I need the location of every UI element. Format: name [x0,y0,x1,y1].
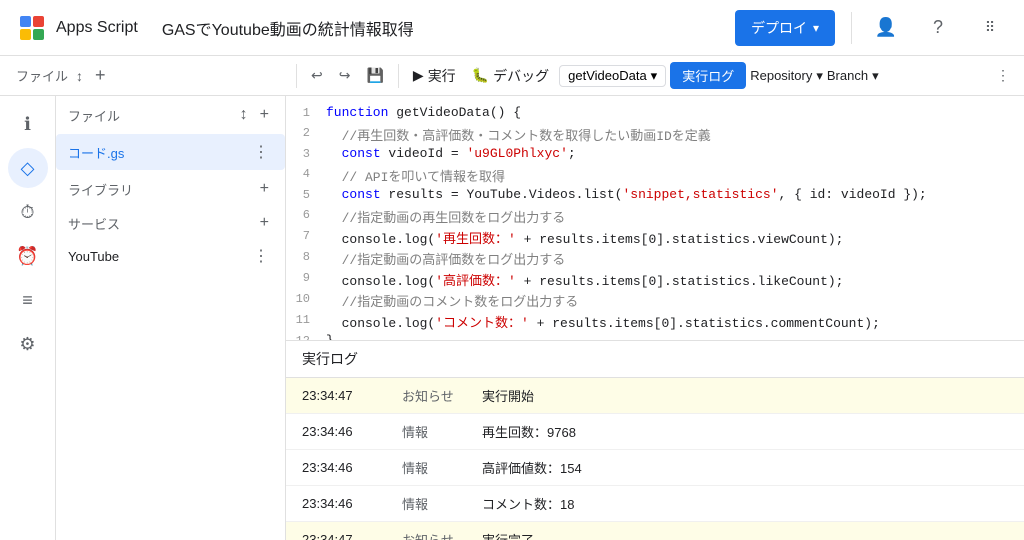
code-line-8: 8 //指定動画の高評価数をログ出力する [286,248,1024,269]
deploy-button[interactable]: デプロイ ▾ [735,10,835,46]
youtube-menu-button[interactable]: ⋮ [249,244,273,268]
log-msg-2: 再生回数：9768 [482,422,576,441]
debug-button[interactable]: 🐛 デバッグ [466,62,555,90]
log-row-start: 23:34:47 お知らせ 実行開始 [286,378,1024,414]
apps-grid-button[interactable]: ⠿ [972,10,1008,46]
add-service-button[interactable]: + [256,212,273,234]
function-dropdown-icon: ▾ [651,68,658,84]
file-item-code-gs[interactable]: コード.gs ⋮ [56,134,285,170]
header: Apps Script GASでYoutube動画の統計情報取得 デプロイ ▾ … [0,0,1024,56]
app-name: Apps Script [56,19,138,37]
services-section-header: サービス + [56,204,285,238]
sidebar-editor-button[interactable]: ≡ [8,280,48,320]
run-icon: ▶ [413,67,424,84]
toolbar-left: ファイル ↕ + [8,63,288,88]
toolbar: ファイル ↕ + ↩ ↪ 💾 ▶ 実行 🐛 デバッグ getVideoData … [0,56,1024,96]
help-icon: ? [933,17,943,38]
code-line-3: 3 const videoId = 'u9GL0Phlxyc'; [286,145,1024,165]
deploy-arrow-icon: ▾ [813,21,819,35]
account-button[interactable]: 👤 [868,10,904,46]
branch-dropdown-icon: ▾ [872,68,879,84]
function-selector[interactable]: getVideoData ▾ [559,65,666,87]
code-line-10: 10 //指定動画のコメント数をログ出力する [286,290,1024,311]
log-time-5: 23:34:47 [302,532,402,540]
services-label: サービス [68,214,120,233]
run-button[interactable]: ▶ 実行 [407,62,462,90]
code-line-7: 7 console.log('再生回数：' + results.items[0]… [286,227,1024,248]
logo-area: Apps Script [16,12,138,44]
log-level-3: 情報 [402,458,482,477]
log-level-4: 情報 [402,494,482,513]
log-row-end: 23:34:47 お知らせ 実行完了 [286,522,1024,540]
apps-script-logo [16,12,48,44]
code-line-6: 6 //指定動画の再生回数をログ出力する [286,206,1024,227]
file-menu-button[interactable]: ⋮ [249,140,273,164]
repo-dropdown-icon: ▾ [816,68,823,84]
help-button[interactable]: ? [920,10,956,46]
library-label: ライブラリ [68,180,133,199]
redo-button[interactable]: ↪ [333,63,357,88]
log-msg-1: 実行開始 [482,386,534,405]
log-time-2: 23:34:46 [302,424,402,439]
files-header-actions: ↕ + [236,104,273,126]
sidebar-info-button[interactable]: ℹ [8,104,48,144]
repository-button[interactable]: Repository ▾ [750,68,823,84]
sidebar-triggers-button[interactable]: ⏱ [8,192,48,232]
toolbar-separator [296,64,297,88]
log-level-2: 情報 [402,422,482,441]
library-section-header: ライブラリ + [56,170,285,204]
code-line-1: 1 function getVideoData() { [286,104,1024,124]
account-icon: 👤 [875,17,897,38]
youtube-service-item[interactable]: YouTube ⋮ [56,238,285,274]
log-time-1: 23:34:47 [302,388,402,403]
files-header: ファイル ↕ + [56,96,285,134]
add-file-button[interactable]: + [91,63,110,88]
exec-log-button[interactable]: 実行ログ [670,62,746,89]
youtube-label: YouTube [68,249,119,264]
files-label: ファイル [16,66,68,85]
branch-button[interactable]: Branch ▾ [827,68,879,84]
add-file-btn[interactable]: + [256,104,273,126]
editor-area: 1 function getVideoData() { 2 //再生回数・高評価… [286,96,1024,540]
code-line-2: 2 //再生回数・高評価数・コメント数を取得したい動画IDを定義 [286,124,1024,145]
debug-icon: 🐛 [472,67,489,84]
log-msg-4: コメント数：18 [482,494,574,513]
sort-button[interactable]: ↕ [72,66,87,86]
code-line-11: 11 console.log('コメント数：' + results.items[… [286,311,1024,332]
undo-button[interactable]: ↩ [305,63,329,88]
files-section-label: ファイル [68,106,120,125]
log-msg-5: 実行完了 [482,530,534,540]
more-button[interactable]: ⋮ [990,63,1016,88]
main-content: ℹ ◇ ⏱ ⏰ ≡ ⚙ ファイル ↕ + コード.gs ⋮ ライブラリ + サー… [0,96,1024,540]
log-time-4: 23:34:46 [302,496,402,511]
save-button[interactable]: 💾 [360,63,389,88]
file-panel: ファイル ↕ + コード.gs ⋮ ライブラリ + サービス + YouTube… [56,96,286,540]
exec-log-panel: 実行ログ 23:34:47 お知らせ 実行開始 23:34:46 情報 再生回数… [286,340,1024,540]
code-line-4: 4 // APIを叩いて情報を取得 [286,165,1024,186]
page-title: GASでYoutube動画の統計情報取得 [162,16,414,40]
code-editor[interactable]: 1 function getVideoData() { 2 //再生回数・高評価… [286,96,1024,340]
exec-log-title: 実行ログ [286,341,1024,378]
log-msg-3: 高評価値数：154 [482,458,582,477]
log-row-likes: 23:34:46 情報 高評価値数：154 [286,450,1024,486]
apps-grid-icon: ⠿ [985,19,995,36]
sidebar-code-button[interactable]: ◇ [8,148,48,188]
sidebar-executions-button[interactable]: ⏰ [8,236,48,276]
sidebar-settings-button[interactable]: ⚙ [8,324,48,364]
toolbar-separator2 [398,64,399,88]
code-line-9: 9 console.log('高評価数：' + results.items[0]… [286,269,1024,290]
code-line-5: 5 const results = YouTube.Videos.list('s… [286,186,1024,206]
header-divider [851,12,852,44]
log-time-3: 23:34:46 [302,460,402,475]
log-row-views: 23:34:46 情報 再生回数：9768 [286,414,1024,450]
file-name: コード.gs [68,143,124,162]
sort-files-button[interactable]: ↕ [236,104,252,126]
log-level-1: お知らせ [402,386,482,405]
code-line-12: 12 } [286,332,1024,340]
log-row-comments: 23:34:46 情報 コメント数：18 [286,486,1024,522]
log-level-5: お知らせ [402,530,482,540]
add-library-button[interactable]: + [256,178,273,200]
sidebar-icons: ℹ ◇ ⏱ ⏰ ≡ ⚙ [0,96,56,540]
